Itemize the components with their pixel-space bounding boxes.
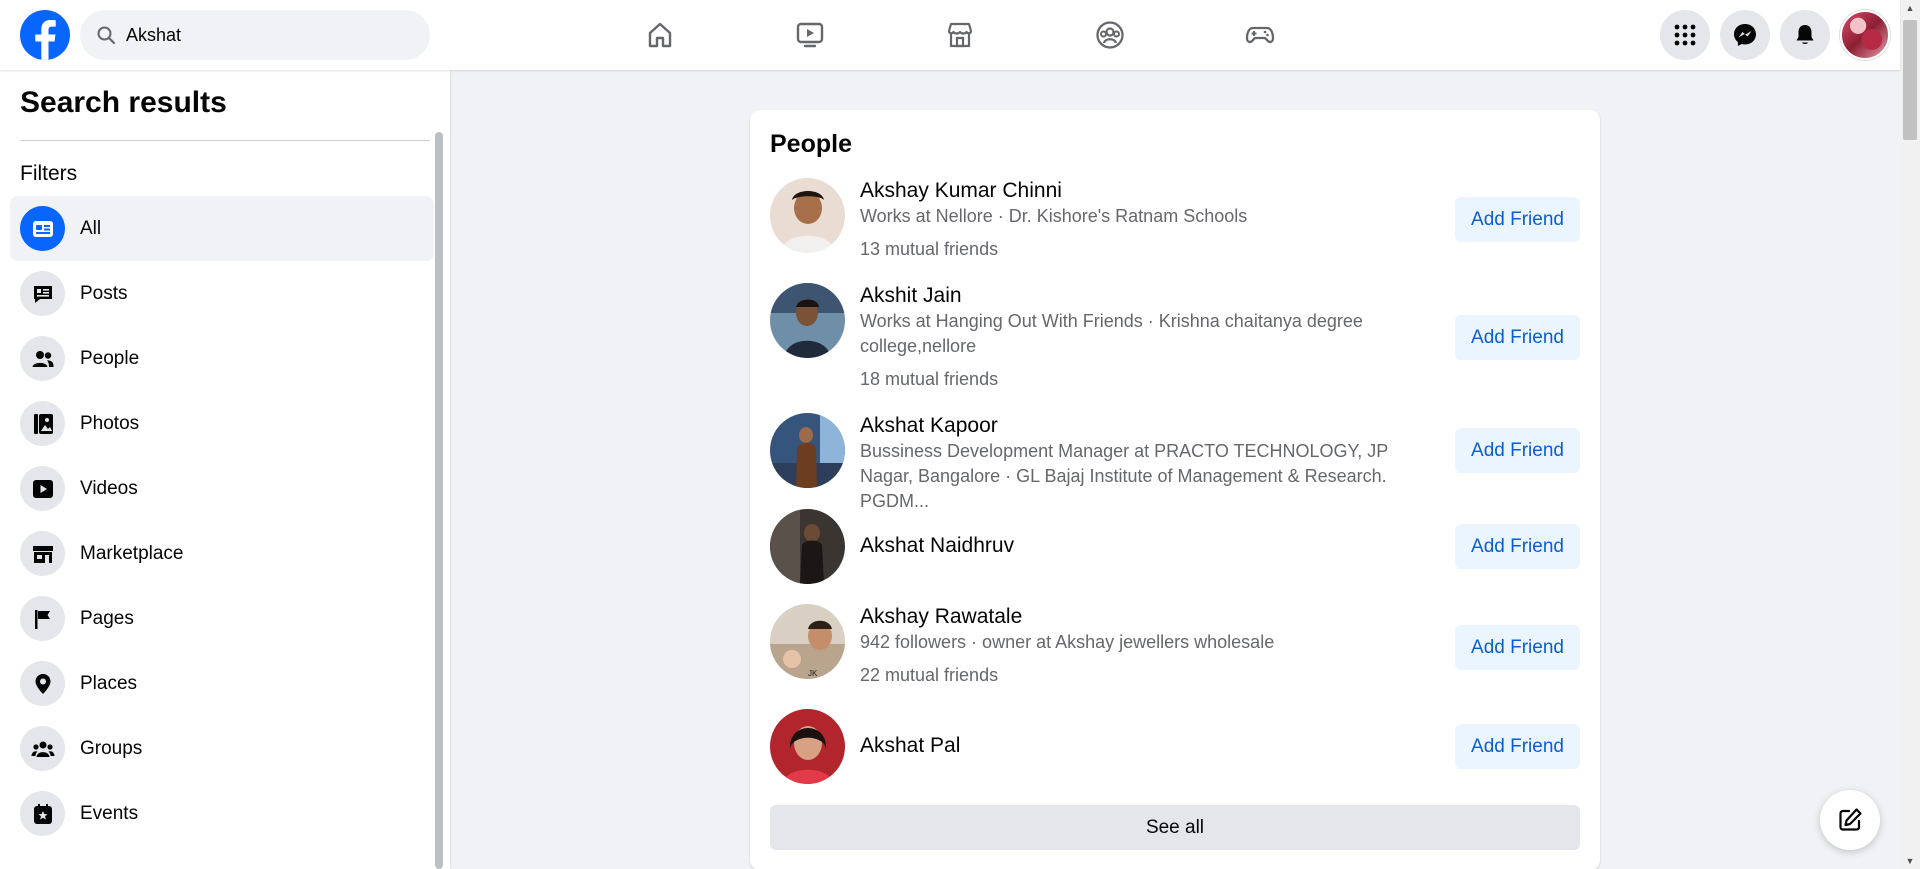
add-friend-button[interactable]: Add Friend: [1455, 197, 1580, 242]
profile-avatar[interactable]: [1840, 10, 1890, 60]
notifications-icon[interactable]: [1780, 10, 1830, 60]
filter-label: All: [80, 217, 102, 239]
new-message-button[interactable]: [1820, 790, 1880, 850]
facebook-logo-icon[interactable]: [20, 10, 70, 60]
filter-item-all[interactable]: All: [10, 196, 434, 261]
people-icon: [20, 336, 65, 381]
posts-icon: [20, 271, 65, 316]
add-friend-button[interactable]: Add Friend: [1455, 428, 1580, 473]
person-name[interactable]: Akshat Naidhruv: [860, 533, 1440, 559]
all-results-icon: [20, 206, 65, 251]
person-name[interactable]: Akshay Rawatale: [860, 604, 1440, 630]
person-result[interactable]: Akshat Naidhruv Add Friend: [770, 509, 1580, 589]
divider: [20, 140, 430, 141]
filter-label: Photos: [80, 412, 140, 434]
filter-item-groups[interactable]: Groups: [10, 716, 434, 781]
person-detail: 942 followers · owner at Akshay jeweller…: [860, 632, 1275, 652]
page-scrollbar[interactable]: ▲ ▼: [1900, 0, 1920, 869]
home-icon[interactable]: [585, 0, 735, 70]
filter-label: Events: [80, 802, 139, 824]
filter-label: Marketplace: [80, 542, 184, 564]
filter-item-events[interactable]: Events: [10, 781, 434, 846]
person-result[interactable]: Akshay Kumar Chinni Works at Nellore · D…: [770, 178, 1580, 268]
avatar[interactable]: [770, 509, 845, 584]
person-name[interactable]: Akshat Pal: [860, 733, 1440, 759]
filter-item-photos[interactable]: Photos: [10, 391, 434, 456]
filter-item-posts[interactable]: Posts: [10, 261, 434, 326]
filter-label: Pages: [80, 607, 134, 629]
avatar[interactable]: [770, 178, 845, 253]
person-result[interactable]: JK Akshay Rawatale 942 followers · owner…: [770, 604, 1580, 694]
person-detail: Bussiness Development Manager at PRACTO …: [860, 441, 1388, 511]
search-bar[interactable]: [80, 10, 430, 60]
filter-item-videos[interactable]: Videos: [10, 456, 434, 521]
filter-list: All Posts People Photos Videos Marketpla…: [10, 196, 434, 846]
events-icon: [20, 791, 65, 836]
sidebar-scrollbar[interactable]: [435, 132, 443, 869]
filter-item-people[interactable]: People: [10, 326, 434, 391]
filter-label: Videos: [80, 477, 138, 499]
see-all-button[interactable]: See all: [770, 805, 1580, 850]
scroll-up-arrow-icon[interactable]: ▲: [1900, 0, 1920, 16]
page-title: Search results: [20, 86, 227, 119]
groups-icon[interactable]: [1035, 0, 1185, 70]
filter-label: People: [80, 347, 140, 369]
mutual-friends[interactable]: 13 mutual friends: [860, 237, 1440, 262]
search-icon: [96, 25, 116, 45]
pages-flag-icon: [20, 596, 65, 641]
search-filters-sidebar: Search results Filters All Posts People: [0, 70, 450, 869]
person-result[interactable]: Akshat Pal Add Friend: [770, 709, 1580, 789]
watch-icon[interactable]: [735, 0, 885, 70]
filter-item-pages[interactable]: Pages: [10, 586, 434, 651]
account-controls: [1660, 10, 1890, 60]
section-title: People: [770, 130, 852, 158]
places-pin-icon: [20, 661, 65, 706]
add-friend-button[interactable]: Add Friend: [1455, 315, 1580, 360]
person-name[interactable]: Akshit Jain: [860, 283, 1440, 309]
videos-icon: [20, 466, 65, 511]
people-results-card: People Akshay Kumar Chinni Works at Nell…: [750, 110, 1600, 869]
photos-icon: [20, 401, 65, 446]
mutual-friends[interactable]: 18 mutual friends: [860, 367, 1440, 392]
compose-icon: [1839, 808, 1862, 831]
avatar[interactable]: [770, 709, 845, 784]
top-navigation-bar: [0, 0, 1900, 70]
filter-item-places[interactable]: Places: [10, 651, 434, 716]
avatar[interactable]: [770, 413, 845, 488]
marketplace-icon: [20, 531, 65, 576]
avatar[interactable]: JK: [770, 604, 845, 679]
scrollbar-thumb[interactable]: [1903, 20, 1917, 140]
scroll-down-arrow-icon[interactable]: ▼: [1900, 853, 1920, 869]
mutual-friends[interactable]: 22 mutual friends: [860, 663, 1440, 688]
gaming-icon[interactable]: [1185, 0, 1335, 70]
add-friend-button[interactable]: Add Friend: [1455, 524, 1580, 569]
main-nav: [585, 0, 1335, 70]
add-friend-button[interactable]: Add Friend: [1455, 625, 1580, 670]
avatar[interactable]: [770, 283, 845, 358]
filters-heading: Filters: [20, 162, 78, 185]
person-detail: Works at Hanging Out With Friends · Kris…: [860, 311, 1363, 356]
person-name[interactable]: Akshat Kapoor: [860, 413, 1440, 439]
filter-label: Places: [80, 672, 138, 694]
search-input[interactable]: [126, 24, 406, 46]
person-result[interactable]: Akshat Kapoor Bussiness Development Mana…: [770, 413, 1580, 511]
person-detail: Works at Nellore · Dr. Kishore's Ratnam …: [860, 206, 1248, 226]
messenger-icon[interactable]: [1720, 10, 1770, 60]
groups-icon: [20, 726, 65, 771]
marketplace-icon[interactable]: [885, 0, 1035, 70]
person-result[interactable]: Akshit Jain Works at Hanging Out With Fr…: [770, 283, 1580, 398]
person-name[interactable]: Akshay Kumar Chinni: [860, 178, 1440, 204]
filter-label: Groups: [80, 737, 143, 759]
svg-text:JK: JK: [808, 669, 818, 678]
filter-item-marketplace[interactable]: Marketplace: [10, 521, 434, 586]
filter-label: Posts: [80, 282, 128, 304]
add-friend-button[interactable]: Add Friend: [1455, 724, 1580, 769]
menu-grid-icon[interactable]: [1660, 10, 1710, 60]
